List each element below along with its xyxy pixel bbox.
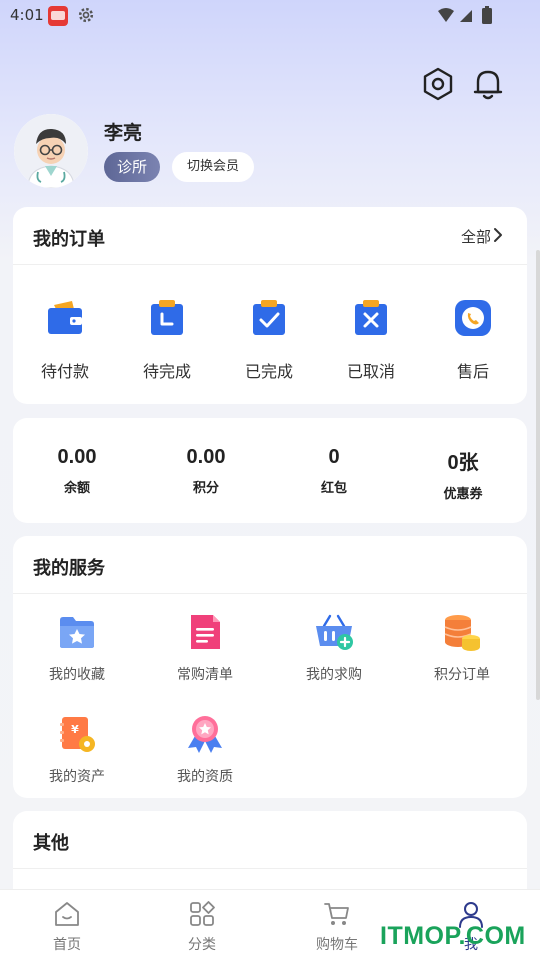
asset-red-packet[interactable]: 0 红包 — [270, 446, 398, 506]
asset-label: 红包 — [320, 481, 347, 496]
order-to-complete[interactable]: 待完成 — [117, 289, 217, 389]
chevron-right-icon[interactable] — [491, 225, 505, 245]
service-requests[interactable]: 我的求购 — [270, 612, 398, 702]
clipboard-cancel-icon — [355, 300, 387, 335]
user-name: 李亮 — [104, 123, 143, 144]
service-label: 积分订单 — [434, 667, 490, 683]
avatar[interactable] — [14, 114, 88, 188]
role-badge: 诊所 — [104, 152, 160, 182]
svg-text:¥: ¥ — [71, 723, 79, 736]
service-purchase-list[interactable]: 常购清单 — [141, 612, 269, 702]
services-card: 我的服务 我的收藏 常购清单 我的求购 积分订单 ¥ 我的资产 我的资质 — [13, 536, 527, 798]
asset-label: 积分 — [192, 481, 219, 496]
service-qualifications[interactable]: 我的资质 — [141, 714, 269, 804]
phone-service-icon — [455, 300, 491, 336]
service-label: 我的资质 — [177, 769, 233, 785]
category-grid-icon — [190, 901, 215, 926]
order-after-sales[interactable]: 售后 — [423, 289, 523, 389]
orders-card: 我的订单 全部 待付款 待完成 已完成 已取消 售后 — [13, 207, 527, 404]
orders-title: 我的订单 — [33, 229, 105, 250]
asset-coupons[interactable]: 0张 优惠券 — [399, 446, 527, 506]
signal-battery-icons — [438, 6, 492, 24]
others-title: 其他 — [33, 833, 69, 854]
order-label: 待付款 — [40, 362, 89, 381]
notification-bell-icon[interactable] — [470, 66, 506, 102]
tab-label: 购物车 — [316, 937, 358, 953]
service-points-orders[interactable]: 积分订单 — [398, 612, 526, 702]
doctor-avatar-icon — [14, 114, 88, 188]
service-label: 常购清单 — [177, 667, 233, 683]
order-pending-payment[interactable]: 待付款 — [15, 289, 115, 389]
service-favorites[interactable]: 我的收藏 — [13, 612, 141, 702]
settings-notification-icon — [78, 7, 94, 23]
certificate-badge-icon — [188, 716, 222, 753]
tab-cart[interactable]: 购物车 — [287, 900, 387, 956]
asset-value: 0 — [328, 446, 340, 468]
asset-label: 余额 — [63, 481, 90, 496]
assets-icon: ¥ — [60, 717, 95, 752]
wallet-icon — [48, 301, 82, 334]
asset-points[interactable]: 0.00 积分 — [142, 446, 270, 506]
tab-categories[interactable]: 分类 — [152, 900, 252, 956]
favorite-folder-icon — [60, 617, 94, 648]
asset-balance[interactable]: 0.00 余额 — [13, 446, 141, 506]
list-document-icon — [191, 615, 220, 649]
coins-icon — [444, 615, 480, 651]
service-label: 我的收藏 — [49, 667, 105, 683]
watermark: ITMOP.COM — [380, 922, 526, 950]
divider — [13, 264, 527, 265]
asset-value: 0张 — [447, 452, 479, 474]
settings-hexagon-icon[interactable] — [420, 66, 456, 102]
order-label: 待完成 — [142, 362, 191, 381]
divider — [13, 868, 527, 869]
order-label: 已完成 — [244, 362, 293, 381]
order-label: 已取消 — [346, 362, 395, 381]
tab-label: 分类 — [188, 937, 216, 953]
status-bar: 4:01 — [0, 0, 540, 32]
tab-home[interactable]: 首页 — [17, 900, 117, 956]
asset-value: 0.00 — [186, 446, 226, 468]
order-label: 售后 — [456, 362, 489, 381]
clipboard-pending-icon — [151, 300, 183, 335]
scrollbar[interactable] — [536, 250, 540, 700]
user-profile: 李亮 诊所 切换会员 — [14, 114, 526, 194]
clipboard-check-icon — [253, 300, 285, 335]
service-label: 我的求购 — [306, 667, 362, 683]
services-title: 我的服务 — [33, 558, 105, 579]
header-actions — [412, 66, 522, 106]
asset-label: 优惠券 — [443, 487, 483, 502]
orders-all-link[interactable]: 全部 — [461, 226, 491, 247]
switch-member-button[interactable]: 切换会员 — [172, 152, 254, 182]
assets-card: 0.00 余额 0.00 积分 0 红包 0张 优惠券 — [13, 418, 527, 523]
notification-app-icon — [48, 6, 68, 26]
status-time: 4:01 — [10, 6, 44, 24]
service-assets[interactable]: ¥ 我的资产 — [13, 714, 141, 804]
tab-label: 首页 — [53, 937, 81, 953]
cart-icon — [324, 903, 349, 925]
home-icon — [55, 902, 79, 926]
basket-add-icon — [316, 614, 353, 650]
order-completed[interactable]: 已完成 — [219, 289, 319, 389]
service-label: 我的资产 — [49, 769, 105, 785]
order-cancelled[interactable]: 已取消 — [321, 289, 421, 389]
divider — [13, 593, 527, 594]
asset-value: 0.00 — [57, 446, 97, 468]
